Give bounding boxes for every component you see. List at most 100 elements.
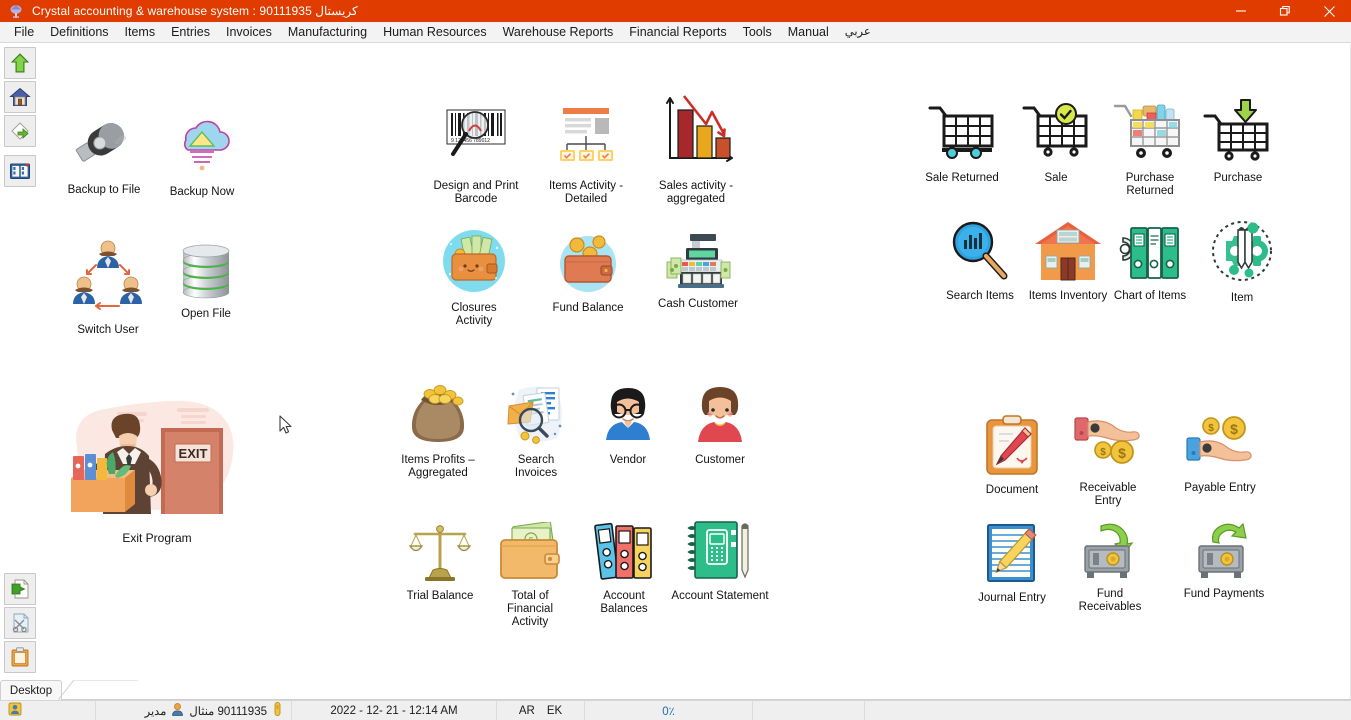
icon-label: Payable Entry — [1184, 482, 1256, 494]
status-role-label: مدير — [144, 705, 167, 718]
icon-label: Item — [1230, 292, 1254, 304]
cash-register-icon — [664, 232, 732, 295]
menu-item-manufacturing[interactable]: Manufacturing — [280, 23, 375, 42]
declining-bar-chart-icon — [656, 94, 736, 177]
menu-item-file[interactable]: File — [6, 23, 42, 42]
icon-label: Sale — [1044, 172, 1068, 184]
menu-item-human-resources[interactable]: Human Resources — [375, 23, 495, 42]
book-icon[interactable] — [4, 155, 36, 187]
customer-avatar-icon — [688, 384, 752, 451]
wallet-coins-circle-icon — [555, 228, 621, 299]
upload-up-arrow-icon[interactable] — [4, 47, 36, 79]
save-note-icon[interactable] — [4, 115, 36, 147]
icon-journal-entry[interactable]: Journal Entry — [960, 522, 1064, 605]
tab-desktop[interactable]: Desktop — [0, 680, 62, 701]
left-toolbar-bottom — [4, 573, 38, 675]
icon-fund-balance[interactable]: Fund Balance — [536, 228, 640, 315]
icon-open-file[interactable]: Open File — [154, 242, 258, 321]
icon-label: Fund Balance — [552, 302, 624, 314]
menu-item-tools[interactable]: Tools — [735, 23, 780, 42]
icon-label: Cash Customer — [658, 298, 738, 310]
svg-text:EXIT: EXIT — [179, 446, 208, 461]
icon-backup-to-file[interactable]: USB Backup to File — [52, 104, 156, 197]
icon-closures-activity[interactable]: Closures Activity — [422, 228, 526, 328]
minimize-icon[interactable] — [1219, 0, 1263, 22]
menu-item-definitions[interactable]: Definitions — [42, 23, 116, 42]
icon-purchase[interactable]: Purchase — [1186, 98, 1290, 185]
clipboard-pencil-icon — [981, 414, 1043, 481]
menu-item-invoices[interactable]: Invoices — [218, 23, 280, 42]
icon-total-financial-activity[interactable]: $ Total of Financial Activity — [478, 521, 582, 629]
cart-download-icon — [1201, 98, 1275, 169]
restore-icon[interactable] — [1263, 0, 1307, 22]
status-spare-cell-2 — [865, 701, 1351, 720]
icon-receivable-entry[interactable]: $ $ Receivable Entry — [1056, 416, 1160, 508]
icon-label: Account Statement — [671, 590, 769, 602]
icon-sales-activity-aggregated[interactable]: Sales activity - aggregated — [644, 94, 748, 206]
crystal-logo-icon — [5, 0, 27, 22]
menu-item-items[interactable]: Items — [117, 23, 164, 42]
menu-item-entries[interactable]: Entries — [163, 23, 218, 42]
icon-customer[interactable]: Customer — [668, 384, 772, 467]
magnifier-chart-icon — [946, 220, 1014, 287]
icon-label: Items Activity - Detailed — [548, 180, 624, 205]
menu-item-warehouse-reports[interactable]: Warehouse Reports — [495, 23, 622, 42]
icon-account-statement[interactable]: Account Statement — [668, 518, 772, 603]
icon-label: Account Balances — [600, 590, 648, 615]
status-spare-cell-1 — [753, 700, 865, 720]
icon-fund-receivables[interactable]: Fund Receivables — [1058, 522, 1162, 614]
icon-label: Exit Program — [122, 531, 192, 545]
database-icon — [176, 242, 236, 305]
icon-sale-returned[interactable]: Sale Returned — [910, 102, 1014, 185]
icon-items-profits-aggregated[interactable]: Items Profits – Aggregated — [386, 384, 490, 480]
status-keyboard-lang: AR — [518, 704, 535, 717]
home-icon[interactable] — [4, 81, 36, 113]
icon-account-balances[interactable]: Account Balances — [572, 520, 676, 616]
icon-label: Receivable Entry — [1079, 482, 1137, 507]
close-icon[interactable] — [1307, 0, 1351, 22]
mouse-cursor — [279, 415, 293, 440]
vendor-avatar-icon — [596, 384, 660, 451]
cut-page-icon[interactable] — [4, 607, 36, 639]
icon-document[interactable]: Document — [960, 414, 1064, 497]
icon-cash-customer[interactable]: Cash Customer — [646, 232, 750, 311]
warehouse-house-icon — [1033, 220, 1103, 287]
icon-chart-of-items[interactable]: Chart of Items — [1098, 220, 1202, 303]
balance-scale-icon — [408, 522, 472, 587]
icon-payable-entry[interactable]: $ $ Payable Entry — [1168, 416, 1272, 495]
icon-trial-balance[interactable]: Trial Balance — [388, 522, 492, 603]
icon-search-invoices[interactable]: Search Invoices — [484, 382, 588, 480]
document-checklist-icon — [549, 102, 623, 177]
import-page-icon[interactable] — [4, 573, 36, 605]
icon-sale[interactable]: Sale — [1004, 102, 1108, 185]
menu-item-arabic[interactable]: عربي — [837, 23, 879, 42]
icon-fund-payments[interactable]: Fund Payments — [1172, 522, 1276, 601]
icon-label: Fund Payments — [1183, 588, 1265, 600]
icon-label: Total of Financial Activity — [506, 590, 554, 628]
icon-design-print-barcode[interactable]: 9 123456 789012 Design and Print Barcode — [424, 102, 528, 206]
icon-label: Fund Receivables — [1078, 588, 1142, 613]
icon-label: Vendor — [609, 454, 647, 466]
menu-item-manual[interactable]: Manual — [780, 23, 837, 42]
svg-text:$: $ — [1118, 445, 1126, 461]
safe-out-arrow-icon — [1193, 522, 1255, 585]
binders-gear-icon — [1115, 220, 1185, 287]
menu-item-financial-reports[interactable]: Financial Reports — [621, 23, 734, 42]
wallet-money-icon: $ — [498, 521, 562, 587]
icon-label: Sales activity - aggregated — [658, 180, 734, 205]
icon-vendor[interactable]: Vendor — [576, 384, 680, 467]
users-switch-icon — [69, 240, 147, 321]
window-title: Crystal accounting & warehouse system : … — [32, 4, 358, 18]
icon-label: Search Items — [946, 290, 1014, 302]
lined-paper-pencil-icon — [982, 522, 1042, 589]
money-bag-icon — [406, 384, 470, 451]
icon-items-activity-detailed[interactable]: Items Activity - Detailed — [534, 102, 638, 206]
icon-item[interactable]: Item — [1190, 218, 1294, 305]
icon-label: Journal Entry — [978, 592, 1046, 604]
clipboard-icon[interactable] — [4, 641, 36, 673]
icon-exit-program[interactable]: EXIT Exit Program — [52, 392, 262, 545]
application-window: Crystal accounting & warehouse system : … — [0, 0, 1351, 720]
tab-desktop-label: Desktop — [9, 685, 53, 697]
icon-backup-now[interactable]: Backup Now — [150, 106, 254, 199]
icon-switch-user[interactable]: Switch User — [56, 240, 160, 337]
